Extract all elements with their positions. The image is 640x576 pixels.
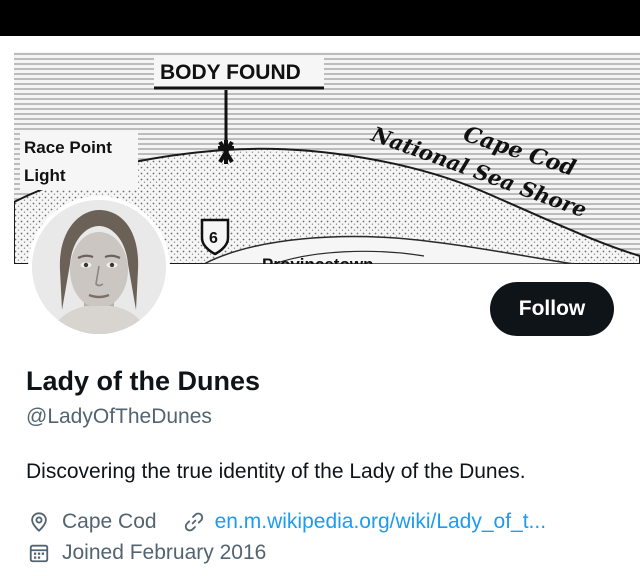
profile-website-link[interactable]: en.m.wikipedia.org/wiki/Lady_of_t... [215,510,547,534]
top-bar [0,0,640,36]
profile-joined-date: Joined February 2016 [62,541,267,564]
profile-meta-row-joined: Joined February 2016 [28,539,266,567]
banner-town-fragment: Provincetown [262,255,373,264]
calendar-icon [28,542,50,564]
location-pin-icon [28,511,50,533]
avatar-portrait-image [32,200,166,334]
profile-handle: @LadyOfTheDunes [26,405,212,428]
profile-display-name: Lady of the Dunes [26,366,261,396]
banner-landmark: Race Point [24,138,112,157]
profile-location: Cape Cod [62,510,157,533]
link-icon [183,511,205,533]
banner-route-number: 6 [209,230,218,247]
banner-headline: BODY FOUND [160,61,301,84]
profile-meta-row: Cape Cod en.m.wikipedia.org/wiki/Lady_of… [28,508,546,536]
profile-avatar[interactable] [28,196,170,338]
follow-button[interactable]: Follow [490,282,614,336]
route-shield-icon: 6 [200,218,230,256]
banner-gap [0,36,640,52]
banner-landmark-line2: Light [24,166,66,185]
profile-bio: Discovering the true identity of the Lad… [26,460,526,483]
